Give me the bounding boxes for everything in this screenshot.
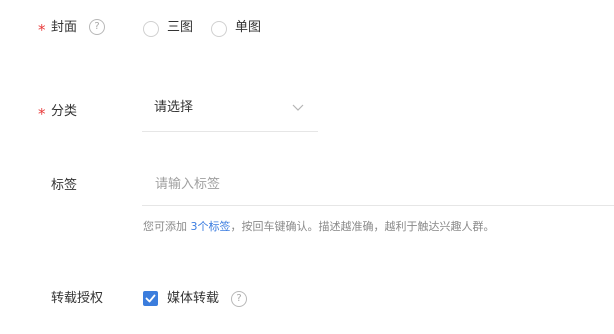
checkmark-icon — [145, 294, 156, 303]
radio-three-images-label: 三图 — [167, 20, 194, 35]
tags-label: 标签 — [51, 178, 78, 193]
category-select[interactable]: 请选择 — [142, 90, 318, 132]
tags-hint-suffix: ，按回车键确认。描述越准确，越利于触达兴趣人群。 — [230, 220, 495, 233]
tags-hint-count: 3个标签 — [190, 220, 231, 233]
category-select-value: 请选择 — [154, 100, 194, 115]
radio-single-image[interactable] — [211, 21, 227, 37]
cover-help-icon[interactable]: ? — [89, 19, 105, 35]
category-label: 分类 — [51, 104, 78, 119]
tags-hint: 您可添加 3个标签，按回车键确认。描述越准确，越利于触达兴趣人群。 — [143, 219, 495, 235]
radio-three-images[interactable] — [143, 21, 159, 37]
tags-input[interactable] — [142, 164, 614, 206]
chevron-down-icon — [292, 104, 304, 111]
category-required-mark: * — [38, 105, 46, 123]
radio-single-image-label: 单图 — [235, 20, 262, 35]
tags-hint-prefix: 您可添加 — [143, 220, 187, 233]
cover-required-mark: * — [38, 21, 46, 39]
repost-label: 转载授权 — [51, 291, 104, 306]
media-repost-label[interactable]: 媒体转载 — [167, 290, 219, 308]
cover-label: 封面 — [51, 20, 78, 35]
media-repost-checkbox[interactable] — [143, 291, 158, 306]
repost-help-icon[interactable]: ? — [231, 291, 247, 307]
